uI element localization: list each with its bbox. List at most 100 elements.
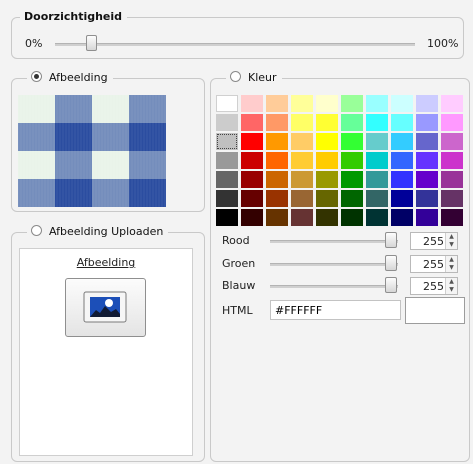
color-swatch[interactable] [241, 95, 263, 112]
upload-option[interactable]: Afbeelding Uploaden [27, 225, 169, 239]
html-input[interactable] [270, 300, 401, 320]
color-swatch[interactable] [316, 95, 338, 112]
color-swatch[interactable] [416, 114, 438, 131]
color-swatch[interactable] [391, 114, 413, 131]
color-swatch[interactable] [291, 171, 313, 188]
color-swatch[interactable] [416, 190, 438, 207]
color-swatch[interactable] [391, 209, 413, 226]
spinner-arrows[interactable]: ▲ ▼ [445, 278, 457, 294]
image-radio[interactable] [31, 71, 42, 82]
color-swatch[interactable] [416, 95, 438, 112]
color-swatch[interactable] [366, 95, 388, 112]
color-swatch[interactable] [391, 152, 413, 169]
color-radio[interactable] [230, 71, 241, 82]
color-swatch[interactable] [241, 133, 263, 150]
arrow-down-icon[interactable]: ▼ [446, 264, 457, 272]
color-swatch[interactable] [416, 171, 438, 188]
color-swatch[interactable] [416, 133, 438, 150]
opacity-slider-track[interactable] [55, 43, 415, 46]
color-swatch[interactable] [366, 114, 388, 131]
rgb-slider-thumb[interactable] [385, 255, 397, 271]
color-swatch[interactable] [341, 171, 363, 188]
color-swatch[interactable] [391, 95, 413, 112]
color-swatch[interactable] [216, 95, 238, 112]
color-swatch[interactable] [241, 114, 263, 131]
rgb-slider-track[interactable] [270, 263, 398, 266]
color-swatch[interactable] [366, 209, 388, 226]
color-swatch[interactable] [291, 190, 313, 207]
color-swatch[interactable] [366, 133, 388, 150]
color-swatch[interactable] [341, 190, 363, 207]
arrow-up-icon[interactable]: ▲ [446, 233, 457, 241]
color-swatch[interactable] [216, 133, 238, 150]
image-option[interactable]: Afbeelding [27, 71, 113, 85]
color-swatch[interactable] [216, 114, 238, 131]
upload-link[interactable]: Afbeelding [19, 256, 193, 269]
color-swatch[interactable] [241, 209, 263, 226]
arrow-up-icon[interactable]: ▲ [446, 278, 457, 286]
color-swatch[interactable] [316, 114, 338, 131]
color-swatch[interactable] [341, 114, 363, 131]
color-swatch[interactable] [291, 114, 313, 131]
color-swatch[interactable] [366, 190, 388, 207]
opacity-slider-thumb[interactable] [86, 35, 97, 51]
color-swatch[interactable] [316, 133, 338, 150]
color-swatch[interactable] [391, 190, 413, 207]
color-swatch[interactable] [316, 209, 338, 226]
upload-image-button[interactable] [65, 278, 146, 337]
color-swatch[interactable] [266, 95, 288, 112]
rgb-slider-thumb[interactable] [385, 277, 397, 293]
color-swatch[interactable] [341, 133, 363, 150]
arrow-up-icon[interactable]: ▲ [446, 256, 457, 264]
color-swatch[interactable] [416, 209, 438, 226]
rgb-slider-thumb[interactable] [385, 232, 397, 248]
color-swatch[interactable] [291, 209, 313, 226]
color-swatch[interactable] [341, 152, 363, 169]
rgb-value: 255 [423, 235, 444, 248]
color-swatch[interactable] [316, 171, 338, 188]
color-swatch[interactable] [366, 152, 388, 169]
spinner-arrows[interactable]: ▲ ▼ [445, 256, 457, 272]
color-swatch[interactable] [266, 133, 288, 150]
rgb-spinner[interactable]: 255 ▲ ▼ [410, 277, 458, 295]
rgb-slider-track[interactable] [270, 285, 398, 288]
rgb-slider-track[interactable] [270, 240, 398, 243]
color-swatch[interactable] [316, 190, 338, 207]
color-swatch[interactable] [291, 133, 313, 150]
arrow-down-icon[interactable]: ▼ [446, 286, 457, 294]
upload-radio[interactable] [31, 225, 42, 236]
color-swatch[interactable] [266, 190, 288, 207]
rgb-spinner[interactable]: 255 ▲ ▼ [410, 232, 458, 250]
color-swatch[interactable] [441, 171, 463, 188]
color-swatch[interactable] [291, 95, 313, 112]
color-swatch[interactable] [266, 209, 288, 226]
color-swatch[interactable] [441, 114, 463, 131]
color-swatch[interactable] [241, 190, 263, 207]
color-swatch[interactable] [216, 190, 238, 207]
color-swatch[interactable] [441, 190, 463, 207]
color-swatch[interactable] [441, 209, 463, 226]
color-swatch[interactable] [216, 152, 238, 169]
color-swatch[interactable] [266, 171, 288, 188]
color-swatch[interactable] [216, 209, 238, 226]
color-swatch[interactable] [441, 95, 463, 112]
color-swatch[interactable] [291, 152, 313, 169]
color-swatch[interactable] [241, 152, 263, 169]
color-swatch[interactable] [266, 152, 288, 169]
color-swatch[interactable] [366, 171, 388, 188]
color-swatch[interactable] [316, 152, 338, 169]
color-swatch[interactable] [341, 95, 363, 112]
color-swatch[interactable] [341, 209, 363, 226]
color-swatch[interactable] [241, 171, 263, 188]
color-swatch[interactable] [441, 152, 463, 169]
color-swatch[interactable] [441, 133, 463, 150]
color-swatch[interactable] [266, 114, 288, 131]
spinner-arrows[interactable]: ▲ ▼ [445, 233, 457, 249]
color-swatch[interactable] [391, 171, 413, 188]
color-swatch[interactable] [391, 133, 413, 150]
color-swatch[interactable] [416, 152, 438, 169]
rgb-spinner[interactable]: 255 ▲ ▼ [410, 255, 458, 273]
arrow-down-icon[interactable]: ▼ [446, 241, 457, 249]
color-swatch[interactable] [216, 171, 238, 188]
color-option[interactable]: Kleur [226, 71, 282, 85]
